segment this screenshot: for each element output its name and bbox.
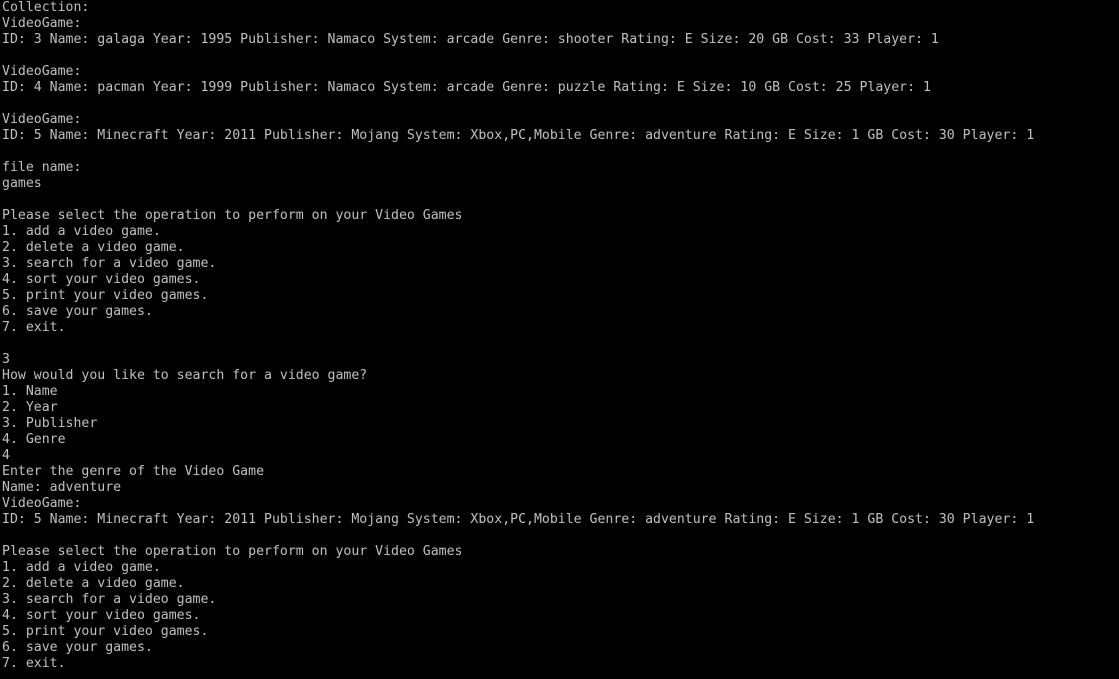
terminal-line: Enter the genre of the Video Game <box>2 464 265 479</box>
terminal-line: Please select the operation to perform o… <box>2 208 463 223</box>
terminal-line: 1. Name <box>2 384 58 399</box>
terminal-line: 2. Year <box>2 400 58 415</box>
terminal-line: 3. search for a video game. <box>2 592 217 607</box>
terminal-line: 3. search for a video game. <box>2 256 217 271</box>
terminal-line: ID: 3 Name: galaga Year: 1995 Publisher:… <box>2 32 939 47</box>
terminal-line: 4. sort your video games. <box>2 272 201 287</box>
terminal-line: ID: 5 Name: Minecraft Year: 2011 Publish… <box>2 512 1035 527</box>
terminal-line: 4. Genre <box>2 432 66 447</box>
terminal-line: 1. add a video game. <box>2 560 161 575</box>
terminal-line: 2. delete a video game. <box>2 240 185 255</box>
terminal-line: 1. add a video game. <box>2 224 161 239</box>
terminal-line: 7. exit. <box>2 320 66 335</box>
terminal-line: 5. print your video games. <box>2 288 209 303</box>
terminal-line: 6. save your games. <box>2 640 153 655</box>
terminal-line: VideoGame: <box>2 16 82 31</box>
terminal-line: games <box>2 176 42 191</box>
terminal-line: 4. sort your video games. <box>2 608 201 623</box>
terminal-line: VideoGame: <box>2 64 82 79</box>
terminal-line: Please select the operation to perform o… <box>2 544 463 559</box>
terminal-line: Name: adventure <box>2 480 122 495</box>
terminal-line: 3 <box>2 352 10 367</box>
terminal-line: file name: <box>2 160 82 175</box>
terminal-line: ID: 5 Name: Minecraft Year: 2011 Publish… <box>2 128 1035 143</box>
terminal-line: ID: 4 Name: pacman Year: 1999 Publisher:… <box>2 80 931 95</box>
terminal-output[interactable]: Collection: VideoGame: ID: 3 Name: galag… <box>2 0 1117 679</box>
terminal-line: 6. save your games. <box>2 304 153 319</box>
terminal-line: 5. print your video games. <box>2 624 209 639</box>
terminal-line: VideoGame: <box>2 496 82 511</box>
terminal-line: 2. delete a video game. <box>2 576 185 591</box>
terminal-line: 3. Publisher <box>2 416 98 431</box>
terminal-line: Collection: <box>2 0 90 15</box>
terminal-line: 4 <box>2 448 10 463</box>
terminal-line: VideoGame: <box>2 112 82 127</box>
terminal-line: 7. exit. <box>2 656 66 671</box>
terminal-line: How would you like to search for a video… <box>2 368 368 383</box>
